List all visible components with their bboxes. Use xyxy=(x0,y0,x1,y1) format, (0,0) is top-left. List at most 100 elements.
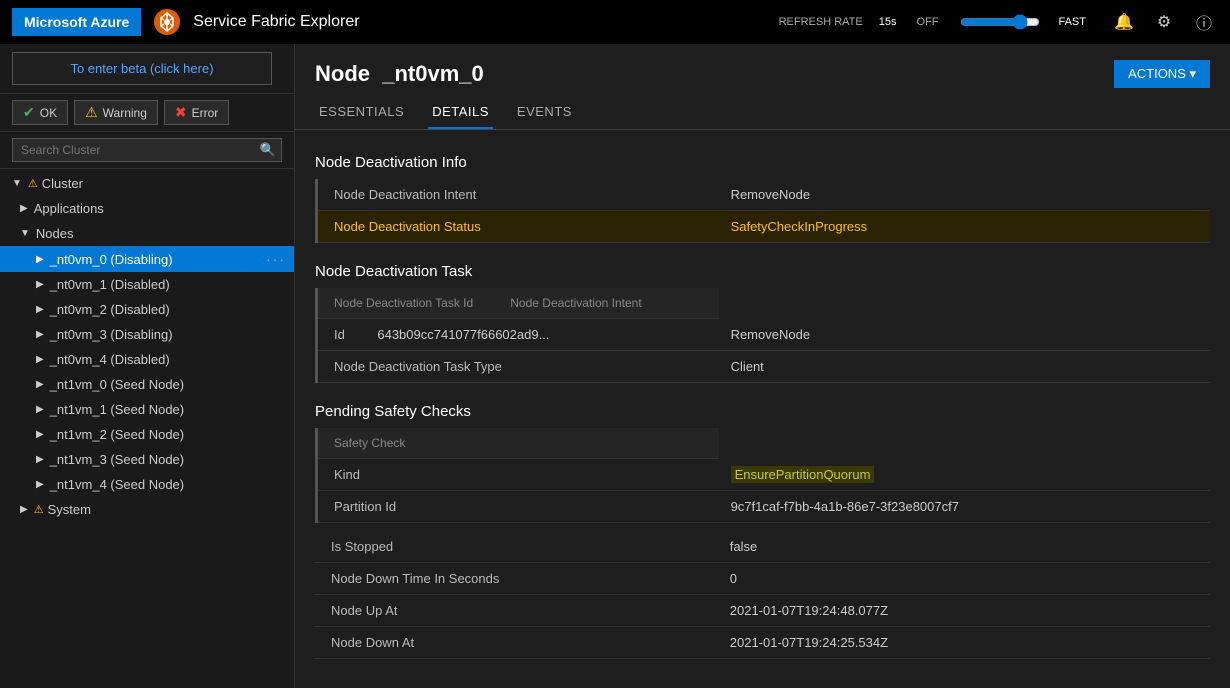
node-down-at-label: Node Down At xyxy=(315,627,718,659)
node-prefix: Node xyxy=(315,61,370,86)
node-nt1vm3-label: _nt1vm_3 (Seed Node) xyxy=(50,452,184,467)
chevron-right-icon-nt1vm2: ▶ xyxy=(36,429,44,440)
sidebar-item-nt1vm4[interactable]: ▶ _nt1vm_4 (Seed Node) xyxy=(0,472,294,497)
beta-link[interactable]: To enter beta (click here) xyxy=(12,52,272,85)
node-nt0vm0-label: _nt0vm_0 (Disabling) xyxy=(50,252,173,267)
sidebar-item-nt0vm1[interactable]: ▶ _nt0vm_1 (Disabled) xyxy=(0,272,294,297)
ok-button[interactable]: ✔ OK xyxy=(12,100,68,125)
safety-check-header-row: Safety Check xyxy=(318,428,719,459)
kind-label: Kind xyxy=(317,459,719,491)
info-icon[interactable]: ⓘ xyxy=(1190,8,1218,36)
warning-icon: ⚠ xyxy=(85,104,98,121)
chevron-right-icon-nt0vm2: ▶ xyxy=(36,304,44,315)
chevron-right-icon-nt1vm3: ▶ xyxy=(36,454,44,465)
refresh-rate-value: 15s xyxy=(879,16,897,28)
sidebar-item-nt1vm2[interactable]: ▶ _nt1vm_2 (Seed Node) xyxy=(0,422,294,447)
app-title: Service Fabric Explorer xyxy=(193,13,359,31)
sidebar-item-nt1vm1[interactable]: ▶ _nt1vm_1 (Seed Node) xyxy=(0,397,294,422)
sidebar-item-applications[interactable]: ▶ Applications xyxy=(0,196,294,221)
chevron-right-icon-nt1vm0: ▶ xyxy=(36,379,44,390)
pending-safety-title: Pending Safety Checks xyxy=(315,391,1210,426)
node-flat-fields-table: Is Stopped false Node Down Time In Secon… xyxy=(315,531,1210,659)
node-up-at-value: 2021-01-07T19:24:48.077Z xyxy=(718,595,1210,627)
node-nt0vm3-label: _nt0vm_3 (Disabling) xyxy=(50,327,173,342)
deactivation-info-table: Node Deactivation Intent RemoveNode Node… xyxy=(315,179,1210,243)
topnav: Microsoft Azure Service Fabric Explorer … xyxy=(0,0,1230,44)
error-icon: ✖ xyxy=(175,104,187,121)
chevron-right-icon-nt0vm3: ▶ xyxy=(36,329,44,340)
tab-events[interactable]: EVENTS xyxy=(513,96,576,129)
cluster-warn-icon: ⚠ xyxy=(28,177,38,190)
azure-brand-label[interactable]: Microsoft Azure xyxy=(12,8,141,36)
is-stopped-row: Is Stopped false xyxy=(315,531,1210,563)
chevron-right-icon: ▶ xyxy=(20,203,28,214)
node-nt0vm2-label: _nt0vm_2 (Disabled) xyxy=(50,302,170,317)
sidebar-item-cluster[interactable]: ▼ ⚠ Cluster xyxy=(0,171,294,196)
warning-label: Warning xyxy=(103,106,147,120)
node-down-time-label: Node Down Time In Seconds xyxy=(315,563,718,595)
sidebar-item-nt0vm0[interactable]: ▶ _nt0vm_0 (Disabling) ··· xyxy=(0,246,294,272)
ok-icon: ✔ xyxy=(23,104,35,121)
task-id-value: 643b09cc741077f66602ad9... xyxy=(377,327,549,342)
sidebar-item-nt0vm4[interactable]: ▶ _nt0vm_4 (Disabled) xyxy=(0,347,294,372)
main-layout: To enter beta (click here) ✔ OK ⚠ Warnin… xyxy=(0,44,1230,688)
task-id-row: Id 643b09cc741077f66602ad9... RemoveNode xyxy=(317,319,1211,351)
context-menu-dots[interactable]: ··· xyxy=(266,251,286,267)
partition-id-label: Partition Id xyxy=(317,491,719,523)
sidebar-item-nt0vm3[interactable]: ▶ _nt0vm_3 (Disabling) xyxy=(0,322,294,347)
tab-details[interactable]: DETAILS xyxy=(428,96,493,129)
applications-label: Applications xyxy=(34,201,104,216)
sidebar-tree: ▼ ⚠ Cluster ▶ Applications ▼ Nodes ▶ _nt… xyxy=(0,169,294,524)
task-type-label: Node Deactivation Task Type xyxy=(317,351,719,383)
deactivation-info-title: Node Deactivation Info xyxy=(315,142,1210,177)
status-bar: ✔ OK ⚠ Warning ✖ Error xyxy=(0,94,294,132)
nodes-label: Nodes xyxy=(36,226,74,241)
chevron-right-icon-nt0vm0: ▶ xyxy=(36,254,44,265)
task-id-label: Id 643b09cc741077f66602ad9... xyxy=(317,319,719,351)
is-stopped-label: Is Stopped xyxy=(315,531,718,563)
node-down-at-row: Node Down At 2021-01-07T19:24:25.534Z xyxy=(315,627,1210,659)
warning-button[interactable]: ⚠ Warning xyxy=(74,100,158,125)
pending-safety-table: Safety Check Kind EnsurePartitionQuorum … xyxy=(315,428,1210,523)
task-intent-col: Node Deactivation Intent xyxy=(498,288,653,318)
beta-banner: To enter beta (click here) xyxy=(0,44,294,94)
deactivation-task-table: Node Deactivation Task Id Node Deactivat… xyxy=(315,288,1210,383)
chevron-right-icon-nt1vm1: ▶ xyxy=(36,404,44,415)
sidebar-item-system[interactable]: ▶ ⚠ System xyxy=(0,497,294,522)
deactivation-status-value: SafetyCheckInProgress xyxy=(719,211,1210,243)
tab-essentials[interactable]: ESSENTIALS xyxy=(315,96,408,129)
chevron-down-icon: ▼ xyxy=(12,178,22,189)
partition-id-row: Partition Id 9c7f1caf-f7bb-4a1b-86e7-3f2… xyxy=(317,491,1211,523)
task-id-col: Node Deactivation Task Id xyxy=(318,288,498,318)
node-down-time-row: Node Down Time In Seconds 0 xyxy=(315,563,1210,595)
partition-id-value: 9c7f1caf-f7bb-4a1b-86e7-3f23e8007cf7 xyxy=(719,491,1210,523)
node-nt0vm4-label: _nt0vm_4 (Disabled) xyxy=(50,352,170,367)
sidebar-item-nt0vm2[interactable]: ▶ _nt0vm_2 (Disabled) xyxy=(0,297,294,322)
search-input[interactable] xyxy=(12,138,282,162)
kind-value: EnsurePartitionQuorum xyxy=(719,459,1210,491)
chevron-right-icon-nt1vm4: ▶ xyxy=(36,479,44,490)
settings-icon[interactable]: ⚙ xyxy=(1150,8,1178,36)
task-intent-value: RemoveNode xyxy=(719,319,1210,351)
task-type-row: Node Deactivation Task Type Client xyxy=(317,351,1211,383)
deactivation-intent-label: Node Deactivation Intent xyxy=(317,179,719,211)
refresh-rate-slider[interactable] xyxy=(960,14,1040,30)
notification-icon[interactable]: 🔔 xyxy=(1110,8,1138,36)
node-up-at-label: Node Up At xyxy=(315,595,718,627)
deactivation-status-label: Node Deactivation Status xyxy=(317,211,719,243)
service-fabric-icon xyxy=(153,8,181,36)
node-nt1vm4-label: _nt1vm_4 (Seed Node) xyxy=(50,477,184,492)
sidebar-item-nt1vm0[interactable]: ▶ _nt1vm_0 (Seed Node) xyxy=(0,372,294,397)
sidebar-item-nodes[interactable]: ▼ Nodes xyxy=(0,221,294,246)
system-warn-icon: ⚠ xyxy=(34,503,44,516)
node-nt1vm1-label: _nt1vm_1 (Seed Node) xyxy=(50,402,184,417)
chevron-down-icon-nodes: ▼ xyxy=(20,228,30,239)
cluster-label: Cluster xyxy=(42,176,83,191)
error-button[interactable]: ✖ Error xyxy=(164,100,229,125)
error-label: Error xyxy=(192,106,219,120)
kind-row: Kind EnsurePartitionQuorum xyxy=(317,459,1211,491)
deactivation-task-title: Node Deactivation Task xyxy=(315,251,1210,286)
content-area: Node _nt0vm_0 ACTIONS ▾ ESSENTIALS DETAI… xyxy=(295,44,1230,688)
sidebar-item-nt1vm3[interactable]: ▶ _nt1vm_3 (Seed Node) xyxy=(0,447,294,472)
actions-button[interactable]: ACTIONS ▾ xyxy=(1114,60,1210,88)
